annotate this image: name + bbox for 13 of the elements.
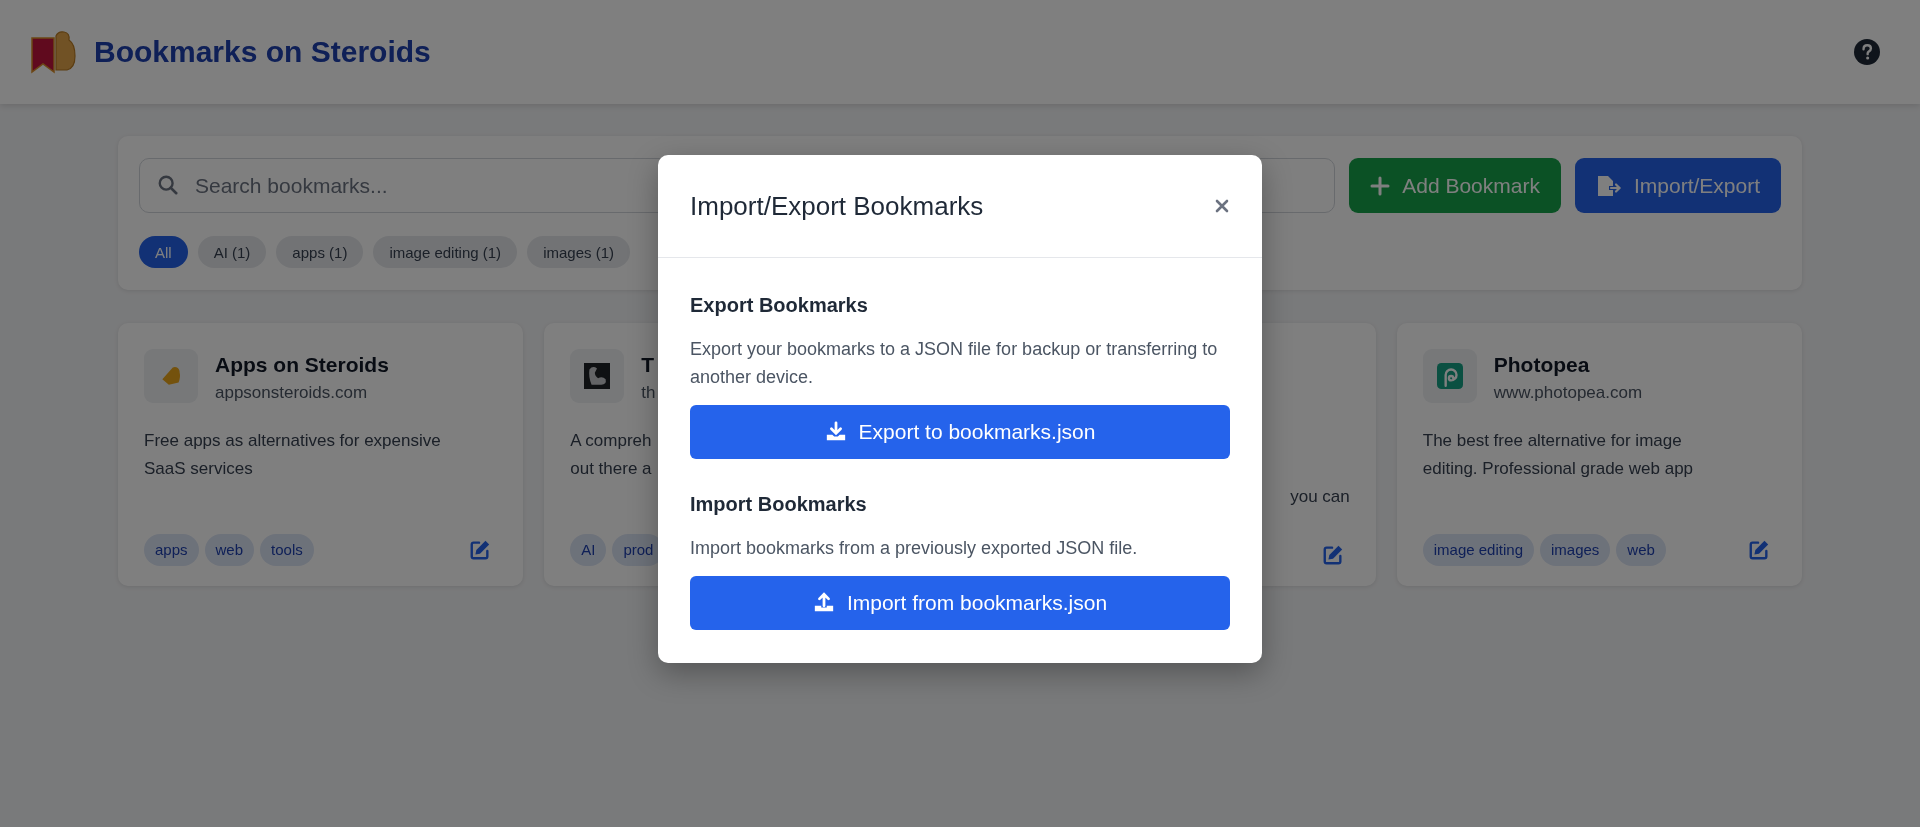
bookmark-description: Free apps as alternatives for expensive SaaS services (144, 430, 441, 480)
section-text: Export your bookmarks to a JSON file for backup or transferring to another device. (690, 338, 1219, 389)
bookmark-description: The best free alternative for image editing. Professional grade web app (1422, 430, 1694, 480)
dialog-title: Import/Export Bookmarks (690, 190, 984, 222)
bookmark-url: www.photopea.com (1493, 383, 1643, 403)
bookmark-url: th (641, 383, 656, 403)
app-title: Bookmarks on Steroids (94, 35, 431, 69)
section-heading: Import Bookmarks (690, 493, 868, 516)
section-heading: Export Bookmarks (690, 294, 869, 317)
section-text: Import bookmarks from a previously exported JSON file. (690, 537, 1139, 560)
bookmark-description: you can (1290, 486, 1350, 508)
bookmark-url: appsonsteroids.com (215, 383, 369, 403)
bookmark-description: A compreh out there a (570, 430, 652, 480)
